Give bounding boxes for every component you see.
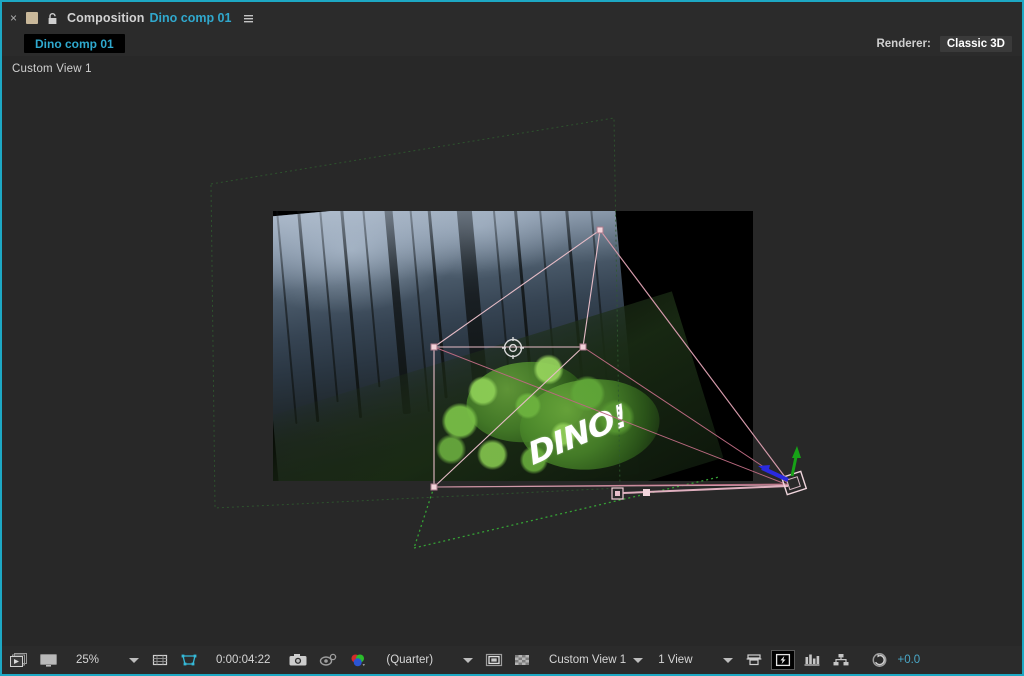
exposure-value[interactable]: +0.0 [898,654,921,666]
camera-frustum [433,229,789,488]
chevron-down-icon[interactable] [463,657,474,663]
composition-guide-outline [210,117,621,509]
chevron-down-icon[interactable] [129,657,140,663]
3d-stage: DINO! [2,56,1022,646]
timeline-icon[interactable] [800,650,824,670]
snapshot-camera-icon[interactable] [285,650,311,670]
camera-gizmo [780,470,808,496]
anchor-point-icon [502,337,524,359]
view-layout-value[interactable]: 1 View [658,654,692,666]
3d-overlay-svg [210,117,808,549]
main-viewer-icon[interactable] [7,650,32,670]
composition-tab-strip: Dino comp 01 Renderer: Classic 3D [2,34,1022,56]
panel-comp-name: Dino comp 01 [149,11,232,25]
view-name-overlay: Custom View 1 [12,63,92,75]
panel-menu-icon[interactable] [242,12,255,25]
transparency-grid-icon[interactable] [510,650,534,670]
chevron-down-icon[interactable] [722,657,733,663]
after-effects-composition-panel: × Composition Dino comp 01 Dino comp 01 … [0,0,1024,676]
show-snapshot-icon[interactable] [315,650,341,670]
close-icon[interactable]: × [10,12,17,24]
tab-label: Dino comp 01 [35,36,114,51]
composition-toolbar: 25% 0:00:04:22 (Quarter) Custom View 1 1… [2,646,1022,674]
show-channel-rgb-icon[interactable] [345,650,371,670]
lock-icon[interactable] [47,12,58,25]
renderer-value-button[interactable]: Classic 3D [939,35,1012,52]
chevron-down-icon[interactable] [633,657,644,663]
renderer-control: Renderer: Classic 3D [876,34,1022,53]
mask-and-shape-path-icon[interactable] [177,650,201,670]
comp-color-swatch [26,12,39,24]
comp-flowchart-icon[interactable] [829,650,853,670]
pixel-aspect-correction-icon[interactable] [742,650,766,670]
fast-previews-icon[interactable] [770,650,795,670]
panel-title: Composition [67,11,145,25]
always-preview-icon[interactable] [36,650,61,670]
grid-and-guides-icon[interactable] [148,650,172,670]
vertex-handle [430,226,604,491]
layer-wireframe-far [433,229,789,488]
motion-path [413,476,720,549]
axis-arrow-z [758,465,789,482]
composition-viewport[interactable]: Custom View 1 DINO! [2,56,1022,646]
renderer-label: Renderer: [876,37,931,50]
view-name-value[interactable]: Custom View 1 [549,654,626,666]
region-of-interest-icon[interactable] [482,650,506,670]
reset-exposure-icon[interactable] [868,650,891,670]
resolution-value[interactable]: (Quarter) [386,654,433,666]
point-of-interest-handle [611,485,789,500]
zoom-level-value[interactable]: 25% [76,654,99,666]
timecode-value[interactable]: 0:00:04:22 [216,654,270,666]
tab-dino-comp-01[interactable]: Dino comp 01 [24,34,125,53]
panel-title-bar: × Composition Dino comp 01 [2,2,1022,34]
layer-wireframe [433,228,601,489]
